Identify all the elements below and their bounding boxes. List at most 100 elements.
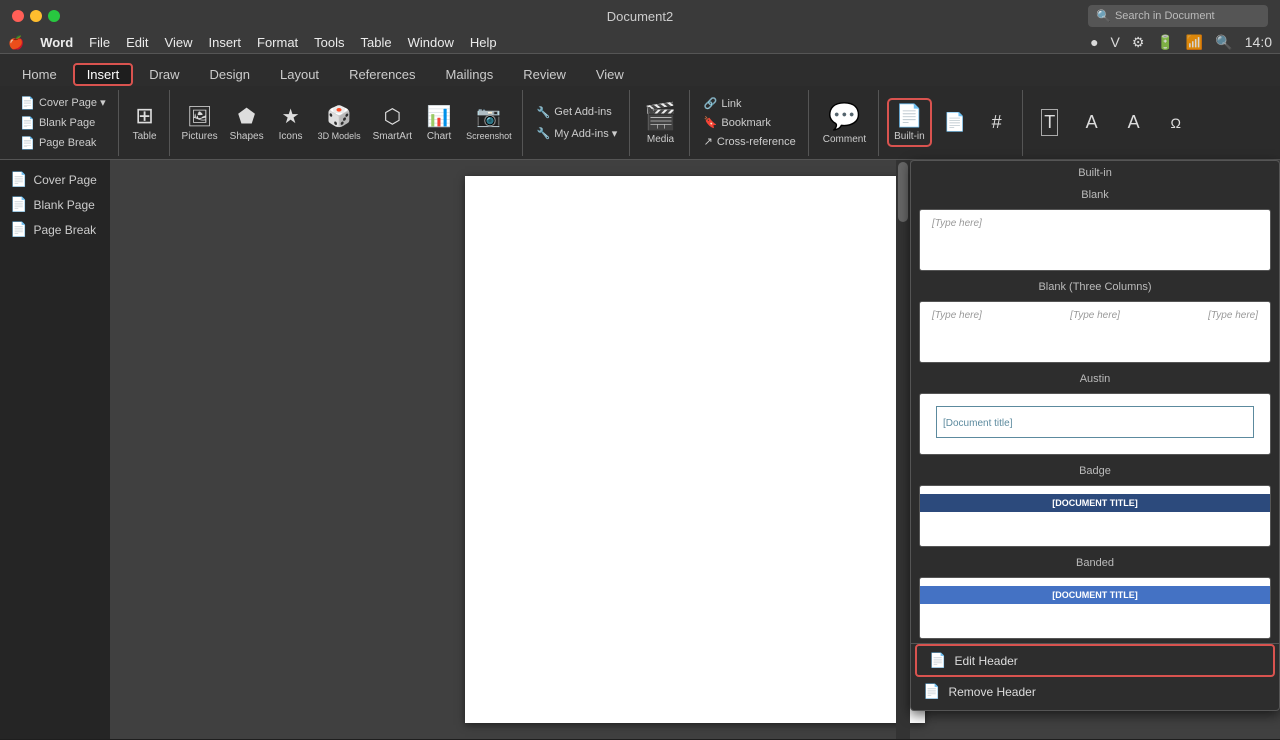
main-area: 📄 Cover Page 📄 Blank Page 📄 Page Break B… — [0, 160, 1280, 739]
remove-header-item[interactable]: 📄 Remove Header — [911, 677, 1279, 706]
sidebar-cover-page-label: Cover Page — [33, 173, 96, 187]
addins-group: 🔧 Get Add-ins 🔧 My Add-ins ▾ — [525, 90, 631, 156]
more-group: T A A Ω — [1025, 90, 1201, 156]
menu-word[interactable]: Word — [40, 35, 73, 50]
chart-button[interactable]: 📊 Chart — [420, 102, 458, 144]
header-button[interactable]: 📄 Built-in — [887, 98, 932, 147]
badge-header-option[interactable]: [DOCUMENT TITLE] — [919, 485, 1271, 547]
get-addins-button[interactable]: 🔧 Get Add-ins — [531, 104, 624, 121]
menu-icon-3: ⚙ — [1132, 34, 1145, 51]
search-icon: 🔍 — [1096, 9, 1111, 23]
banded-header-option[interactable]: [DOCUMENT TITLE] — [919, 577, 1271, 639]
more-items: T A A Ω — [1031, 107, 1195, 138]
tab-mailings[interactable]: Mailings — [432, 63, 508, 86]
smartart-button[interactable]: ⬡ SmartArt — [369, 102, 416, 144]
sidebar-cover-page[interactable]: 📄 Cover Page — [4, 168, 106, 191]
table-icon: ⊞ — [135, 103, 153, 129]
screenshot-icon: 📷 — [476, 104, 501, 129]
blank-page-icon: 📄 — [20, 116, 35, 130]
media-button[interactable]: 🎬 Media — [638, 97, 682, 149]
get-addins-label: Get Add-ins — [554, 106, 611, 118]
more-button[interactable]: Ω — [1157, 113, 1195, 133]
page-number-button[interactable]: # — [978, 110, 1016, 135]
menu-tools[interactable]: Tools — [314, 35, 344, 50]
font-size-button[interactable]: A — [1115, 110, 1153, 135]
remove-header-label: Remove Header — [948, 685, 1035, 699]
austin-section-title: Austin — [911, 367, 1279, 389]
font-size-icon: A — [1128, 112, 1140, 133]
tab-home[interactable]: Home — [8, 63, 71, 86]
pictures-icon: 🖼 — [187, 104, 212, 129]
menu-file[interactable]: File — [89, 35, 110, 50]
3d-models-button[interactable]: 🎲 3D Models — [314, 102, 365, 143]
shapes-button[interactable]: ⬟ Shapes — [226, 102, 268, 144]
col3-text: [Type here] — [1208, 310, 1258, 321]
footer-icon: 📄 — [943, 112, 965, 133]
page-number-icon: # — [992, 112, 1002, 133]
edit-header-highlight-box: 📄 Edit Header — [915, 644, 1275, 677]
blank-header-option[interactable]: [Type here] — [919, 209, 1271, 271]
pages-items: 📄 Cover Page ▾ 📄 Blank Page 📄 Page Break — [14, 94, 112, 152]
menu-window[interactable]: Window — [408, 35, 454, 50]
cover-page-icon: 📄 — [20, 96, 35, 110]
my-addins-button[interactable]: 🔧 My Add-ins ▾ — [531, 125, 624, 142]
scrollbar-thumb[interactable] — [898, 162, 908, 222]
shapes-icon: ⬟ — [238, 104, 255, 129]
page-break-label: Page Break — [39, 137, 96, 149]
textbox-button[interactable]: T — [1031, 107, 1069, 138]
traffic-lights — [12, 10, 60, 22]
pictures-button[interactable]: 🖼 Pictures — [178, 102, 222, 144]
blank-header-text: [Type here] — [932, 218, 1258, 229]
link-button[interactable]: 🔗 Link — [698, 95, 802, 112]
comment-icon: 💬 — [828, 101, 860, 132]
menu-insert[interactable]: Insert — [208, 35, 241, 50]
table-button[interactable]: ⊞ Table — [127, 99, 163, 146]
blank-page-button[interactable]: 📄 Blank Page — [14, 114, 112, 132]
sidebar-blank-page[interactable]: 📄 Blank Page — [4, 193, 106, 216]
header-dropdown-panel: Built-in Blank [Type here] Blank (Three … — [910, 160, 1280, 711]
get-addins-icon: 🔧 — [537, 106, 551, 119]
tab-design[interactable]: Design — [196, 63, 264, 86]
cross-reference-button[interactable]: ↗ Cross-reference — [698, 133, 802, 150]
menu-help[interactable]: Help — [470, 35, 497, 50]
menu-edit[interactable]: Edit — [126, 35, 148, 50]
tab-review[interactable]: Review — [509, 63, 580, 86]
menu-format[interactable]: Format — [257, 35, 298, 50]
icons-button[interactable]: ★ Icons — [272, 102, 310, 144]
menu-view[interactable]: View — [165, 35, 193, 50]
comment-button[interactable]: 💬 Comment — [817, 97, 872, 149]
screenshot-button[interactable]: 📷 Screenshot — [462, 102, 516, 143]
search-bar[interactable]: 🔍 Search in Document — [1088, 5, 1268, 27]
austin-header-option[interactable]: [Document title] — [919, 393, 1271, 455]
bookmark-button[interactable]: 🔖 Bookmark — [698, 114, 802, 131]
close-button[interactable] — [12, 10, 24, 22]
cover-page-button[interactable]: 📄 Cover Page ▾ — [14, 94, 112, 112]
menu-icon-7: 14:0 — [1245, 34, 1272, 51]
three-col-header-option[interactable]: [Type here] [Type here] [Type here] — [919, 301, 1271, 363]
3d-models-label: 3D Models — [318, 131, 361, 141]
apple-menu[interactable]: 🍎 — [8, 35, 24, 51]
table-group: ⊞ Table — [121, 90, 170, 156]
tab-view[interactable]: View — [582, 63, 638, 86]
page-break-button[interactable]: 📄 Page Break — [14, 134, 112, 152]
font-color-button[interactable]: A — [1073, 110, 1111, 135]
left-sidebar: 📄 Cover Page 📄 Blank Page 📄 Page Break — [0, 160, 110, 739]
tab-references[interactable]: References — [335, 63, 429, 86]
edit-header-item[interactable]: 📄 Edit Header — [917, 646, 1273, 675]
search-label: Search in Document — [1115, 10, 1215, 22]
tab-layout[interactable]: Layout — [266, 63, 333, 86]
vertical-scrollbar[interactable] — [896, 160, 910, 739]
tab-insert[interactable]: Insert — [73, 63, 134, 86]
menu-table[interactable]: Table — [361, 35, 392, 50]
menu-icon-4: 🔋 — [1156, 34, 1173, 51]
sidebar-page-break[interactable]: 📄 Page Break — [4, 218, 106, 241]
footer-button[interactable]: 📄 — [936, 110, 974, 135]
edit-header-label: Edit Header — [954, 654, 1017, 668]
minimize-button[interactable] — [30, 10, 42, 22]
fullscreen-button[interactable] — [48, 10, 60, 22]
tab-draw[interactable]: Draw — [135, 63, 193, 86]
my-addins-icon: 🔧 — [537, 127, 551, 140]
banded-header-text: [DOCUMENT TITLE] — [920, 586, 1270, 604]
shapes-label: Shapes — [230, 131, 264, 142]
badge-header-inner: [DOCUMENT TITLE] — [920, 486, 1270, 546]
